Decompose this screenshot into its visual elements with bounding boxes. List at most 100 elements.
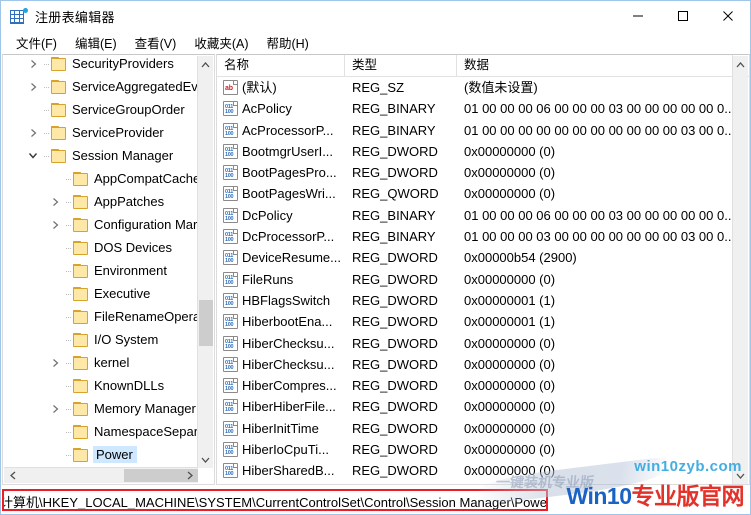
value-type: REG_DWORD xyxy=(352,442,438,458)
scroll-left-icon[interactable] xyxy=(4,468,21,483)
chevron-right-icon[interactable] xyxy=(47,397,63,420)
scroll-down-icon[interactable] xyxy=(733,467,748,484)
tree-node[interactable]: ··· Configuration Mar xyxy=(3,213,199,236)
registry-tree[interactable]: ··· SecurityProviders ··· ServiceAggregated… xyxy=(3,55,199,469)
tree-connector: ··· xyxy=(65,288,72,299)
scroll-right-icon[interactable] xyxy=(181,468,198,483)
tree-node[interactable]: ··· ServiceGroupOrder xyxy=(3,98,199,121)
column-header-type[interactable]: 类型 xyxy=(345,55,457,76)
folder-icon xyxy=(73,309,89,324)
tree-node[interactable]: ··· ServiceProvider xyxy=(3,121,199,144)
tree-node[interactable]: ··· DOS Devices xyxy=(3,236,199,259)
tree-node[interactable]: ··· Power xyxy=(3,443,199,466)
tree-node[interactable]: ··· kernel xyxy=(3,351,199,374)
chevron-right-icon[interactable] xyxy=(25,121,41,144)
tree-node[interactable]: ··· AppPatches xyxy=(3,190,199,213)
table-row[interactable]: 011 100 HiberHiberFile... REG_DWORD 0x000000… xyxy=(217,396,733,417)
column-header-name[interactable]: 名称 xyxy=(217,55,345,76)
chevron-right-icon[interactable] xyxy=(25,55,41,75)
table-row[interactable]: 011 100 HiberInitTime REG_DWORD 0x00000000 (… xyxy=(217,418,733,439)
minimize-icon[interactable] xyxy=(615,1,660,31)
tree-vertical-scrollbar[interactable] xyxy=(197,56,213,468)
table-row[interactable]: 011 100 HiberChecksu... REG_DWORD 0x00000000… xyxy=(217,354,733,375)
chevron-right-icon[interactable] xyxy=(25,75,41,98)
tree-scroll-thumb[interactable] xyxy=(199,300,213,346)
menu-item-file[interactable]: 文件(F) xyxy=(7,31,66,54)
tree-node[interactable]: ··· I/O System xyxy=(3,328,199,351)
tree-connector: ··· xyxy=(43,150,50,161)
folder-icon xyxy=(51,79,67,94)
list-vertical-scrollbar[interactable] xyxy=(732,56,748,484)
chevron-right-icon[interactable] xyxy=(47,190,63,213)
table-row[interactable]: 011 100 BootmgrUserI... REG_DWORD 0x00000000… xyxy=(217,141,733,162)
tree-node[interactable]: ··· AppCompatCache xyxy=(3,167,199,190)
menu-item-view[interactable]: 查看(V) xyxy=(126,31,186,54)
tree-horizontal-scrollbar[interactable] xyxy=(4,467,198,483)
table-row[interactable]: 011 100 BootPagesWri... REG_QWORD 0x00000000… xyxy=(217,183,733,204)
chevron-down-icon[interactable] xyxy=(25,144,41,167)
table-row[interactable]: 011 100 HiberCompres... REG_DWORD 0x00000000… xyxy=(217,375,733,396)
maximize-icon[interactable] xyxy=(660,1,705,31)
table-row[interactable]: 011 100 HiberbootEna... REG_DWORD 0x00000001… xyxy=(217,311,733,332)
table-row[interactable]: 011 100 HiberChecksu... REG_DWORD 0x00000000… xyxy=(217,333,733,354)
table-row[interactable]: 011 100 AcProcessorP... REG_BINARY 01 00 00 … xyxy=(217,120,733,141)
table-row[interactable]: 011 100 HiberIoCpuTi... REG_DWORD 0x00000000… xyxy=(217,439,733,460)
tree-connector: ··· xyxy=(65,173,72,184)
tree-node[interactable]: ··· KnownDLLs xyxy=(3,374,199,397)
tree-node[interactable]: ··· SecurityProviders xyxy=(3,55,199,75)
table-row[interactable]: 011 100 DcProcessorP... REG_BINARY 01 00 00 … xyxy=(217,226,733,247)
value-type: REG_BINARY xyxy=(352,101,436,117)
registry-values-pane[interactable]: 名称 类型 数据 ab (默认) REG_SZ (数值未设置) 011 100 AcPolicy… xyxy=(216,54,750,485)
chevron-right-icon[interactable] xyxy=(47,213,63,236)
value-name: HiberbootEna... xyxy=(242,314,333,330)
folder-icon xyxy=(51,125,67,140)
window-controls xyxy=(615,1,750,31)
close-icon[interactable] xyxy=(705,1,750,31)
table-row[interactable]: 011 100 HBFlagsSwitch REG_DWORD 0x00000001 (… xyxy=(217,290,733,311)
tree-node[interactable]: ··· ServiceAggregatedEv xyxy=(3,75,199,98)
binary-value-icon: 011 100 xyxy=(223,122,238,138)
tree-node[interactable]: ··· FileRenameOperat xyxy=(3,305,199,328)
menu-bar: 文件(F) 编辑(E) 查看(V) 收藏夹(A) 帮助(H) xyxy=(1,31,750,53)
registry-values-list[interactable]: ab (默认) REG_SZ (数值未设置) 011 100 AcPolicy REG_BIN… xyxy=(217,77,733,484)
menu-item-edit[interactable]: 编辑(E) xyxy=(66,31,126,54)
table-row[interactable]: 011 100 FileRuns REG_DWORD 0x00000000 (0) xyxy=(217,269,733,290)
tree-node[interactable]: ··· NamespaceSepara xyxy=(3,420,199,443)
scroll-up-icon[interactable] xyxy=(733,56,748,73)
chevron-right-icon[interactable] xyxy=(47,351,63,374)
value-type: REG_DWORD xyxy=(352,165,438,181)
table-row[interactable]: 011 100 HiberSharedB... REG_DWORD 0x00000000… xyxy=(217,460,733,481)
menu-item-help[interactable]: 帮助(H) xyxy=(257,31,317,54)
tree-node[interactable]: ··· Memory Manager xyxy=(3,397,199,420)
table-row[interactable]: 011 100 AcPolicy REG_BINARY 01 00 00 00 06 0… xyxy=(217,98,733,119)
binary-value-icon: 011 100 xyxy=(223,101,238,117)
scroll-up-icon[interactable] xyxy=(198,56,213,73)
tree-node-label: Executive xyxy=(94,286,151,301)
value-name: HiberSharedB... xyxy=(242,463,335,479)
tree-node[interactable]: ··· Session Manager xyxy=(3,144,199,167)
tree-node[interactable]: ··· Environment xyxy=(3,259,199,282)
tree-connector: ··· xyxy=(65,311,72,322)
table-row[interactable]: 011 100 DcPolicy REG_BINARY 01 00 00 00 06 0… xyxy=(217,205,733,226)
value-data: 0x00000000 (0) xyxy=(464,143,556,159)
tree-node-label: I/O System xyxy=(94,332,159,347)
tree-connector: ··· xyxy=(43,58,50,69)
menu-item-favorites[interactable]: 收藏夹(A) xyxy=(185,31,257,54)
tree-node[interactable]: ··· Executive xyxy=(3,282,199,305)
scroll-down-icon[interactable] xyxy=(198,451,213,468)
value-name: BootPagesWri... xyxy=(242,186,336,202)
value-data: (数值未设置) xyxy=(464,80,538,95)
value-name: HiberInitTime xyxy=(242,420,319,436)
column-header-data[interactable]: 数据 xyxy=(457,55,733,76)
tree-node-label: ServiceProvider xyxy=(72,125,164,140)
table-row[interactable]: 011 100 DeviceResume... REG_DWORD 0x00000b54… xyxy=(217,247,733,268)
value-type: REG_DWORD xyxy=(352,356,438,372)
registry-tree-pane[interactable]: ··· SecurityProviders ··· ServiceAggregated… xyxy=(2,54,215,485)
table-row[interactable]: 011 100 BootPagesPro... REG_DWORD 0x00000000… xyxy=(217,162,733,183)
tree-connector: ··· xyxy=(65,265,72,276)
table-row[interactable]: ab (默认) REG_SZ (数值未设置) xyxy=(217,77,733,98)
list-column-headers[interactable]: 名称 类型 数据 xyxy=(217,55,749,77)
tree-node-label: Environment xyxy=(94,263,167,278)
